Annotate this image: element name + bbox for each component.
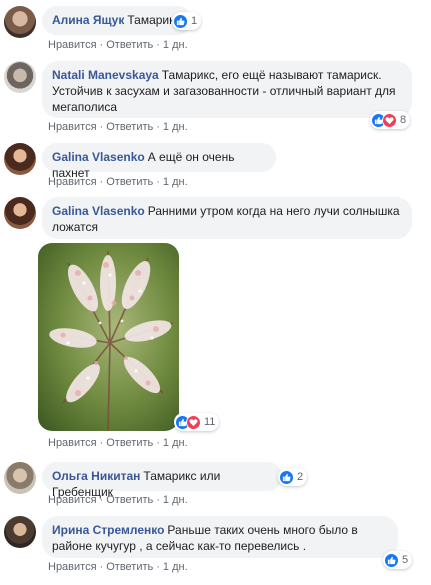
avatar[interactable] <box>4 516 36 548</box>
comment-actions: Нравится · Ответить · 1 дн. <box>48 39 188 51</box>
like-icon <box>384 552 399 568</box>
separator: · <box>99 494 104 506</box>
reaction-summary[interactable]: 5 <box>383 551 413 569</box>
separator: · <box>156 121 160 133</box>
comment-author[interactable]: Ольга Никитан <box>52 469 140 483</box>
avatar[interactable] <box>4 6 36 38</box>
separator: · <box>99 121 104 133</box>
reaction-summary[interactable]: 2 <box>278 468 308 486</box>
reply-button[interactable]: Ответить <box>106 561 153 573</box>
separator: · <box>99 561 104 573</box>
reaction-summary[interactable]: 11 <box>174 413 220 431</box>
reaction-summary[interactable]: 8 <box>370 111 411 129</box>
comment-author[interactable]: Natali Manevskaya <box>52 68 159 82</box>
comment-time[interactable]: 1 дн. <box>163 121 188 133</box>
comment-author[interactable]: Galina Vlasenko <box>52 204 145 218</box>
separator: · <box>156 39 160 51</box>
like-icon <box>173 13 188 29</box>
like-button[interactable]: Нравится <box>48 39 97 51</box>
tamarisk-photo <box>38 243 179 431</box>
reply-button[interactable]: Ответить <box>106 39 153 51</box>
avatar[interactable] <box>4 197 36 229</box>
like-button[interactable]: Нравится <box>48 176 97 188</box>
comment-time[interactable]: 1 дн. <box>163 176 188 188</box>
like-button[interactable]: Нравится <box>48 437 97 449</box>
comment-author[interactable]: Алина Ящук <box>52 13 124 27</box>
avatar[interactable] <box>4 143 36 175</box>
comment-actions: Нравится · Ответить · 1 дн. <box>48 121 188 133</box>
like-button[interactable]: Нравится <box>48 561 97 573</box>
separator: · <box>99 437 104 449</box>
separator: · <box>156 176 160 188</box>
reply-button[interactable]: Ответить <box>106 121 153 133</box>
reaction-summary[interactable]: 1 <box>172 12 202 30</box>
love-icon <box>186 414 201 430</box>
reaction-count: 8 <box>400 114 407 126</box>
comment-actions: Нравится · Ответить · 1 дн. <box>48 494 188 506</box>
love-icon <box>382 112 397 128</box>
comment-time[interactable]: 1 дн. <box>163 494 188 506</box>
reply-button[interactable]: Ответить <box>106 494 153 506</box>
attached-photo[interactable] <box>38 243 179 431</box>
avatar[interactable] <box>4 462 36 494</box>
avatar[interactable] <box>4 61 36 93</box>
separator: · <box>156 561 160 573</box>
comment-bubble: Galina Vlasenko Ранними утром когда на не… <box>42 197 412 239</box>
comment-bubble: Ирина Стремленко Раньше таких очень много… <box>42 516 398 558</box>
comment-actions: Нравится · Ответить · 1 дн. <box>48 176 188 188</box>
comment-author[interactable]: Ирина Стремленко <box>52 523 164 537</box>
comment-bubble: Galina Vlasenko А ещё он очень пахнет <box>42 143 276 180</box>
reaction-count: 5 <box>402 554 409 566</box>
separator: · <box>156 494 160 506</box>
like-icon <box>279 469 294 485</box>
separator: · <box>156 437 160 449</box>
comment-author[interactable]: Galina Vlasenko <box>52 150 145 164</box>
reply-button[interactable]: Ответить <box>106 176 153 188</box>
comment-time[interactable]: 1 дн. <box>163 39 188 51</box>
comment-actions: Нравится · Ответить · 1 дн. <box>48 561 188 573</box>
separator: · <box>99 39 104 51</box>
comment-time[interactable]: 1 дн. <box>163 561 188 573</box>
comment-actions: Нравится · Ответить · 1 дн. <box>48 437 188 449</box>
comment-bubble: Ольга Никитан Тамарикс или Гребенщик <box>42 462 282 499</box>
like-button[interactable]: Нравится <box>48 494 97 506</box>
reply-button[interactable]: Ответить <box>106 437 153 449</box>
like-button[interactable]: Нравится <box>48 121 97 133</box>
reaction-count: 11 <box>204 416 216 428</box>
reaction-count: 2 <box>297 471 304 483</box>
reaction-count: 1 <box>191 15 198 27</box>
separator: · <box>99 176 104 188</box>
comment-bubble: Natali Manevskaya Тамарикс, его ещё назыв… <box>42 61 412 118</box>
comment-bubble: Алина Ящук Тамарикс <box>42 6 192 35</box>
comment-time[interactable]: 1 дн. <box>163 437 188 449</box>
